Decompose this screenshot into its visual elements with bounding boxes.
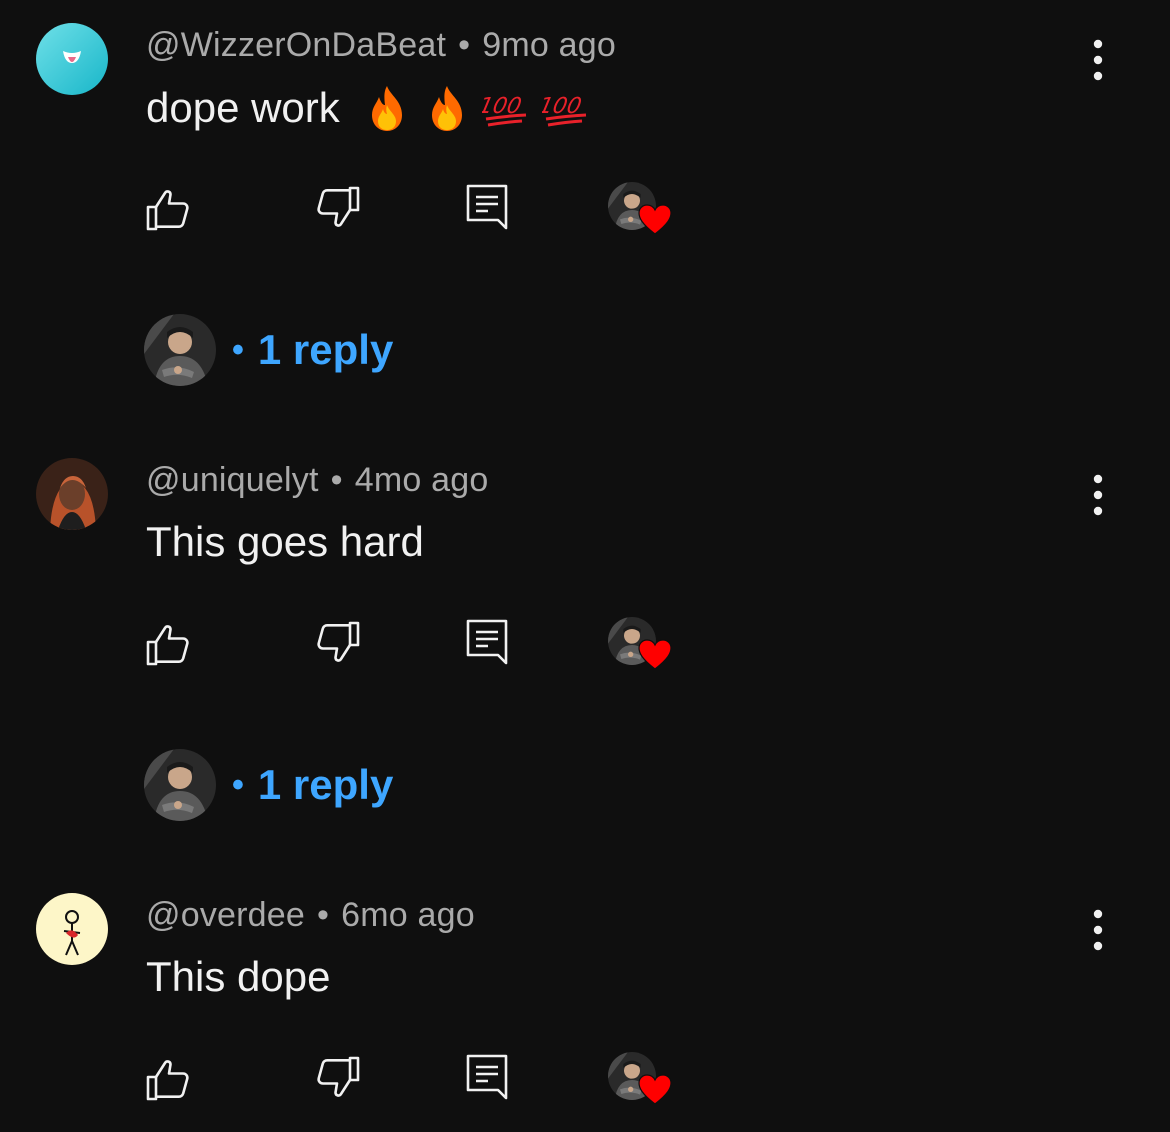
fire-emoji-icon [362,83,412,133]
avatar[interactable] [36,458,108,530]
thumb-up-icon[interactable] [144,620,194,670]
hundred-points-emoji-icon: 100 [542,83,592,133]
meta-separator: • [316,896,330,934]
heart-icon [638,639,672,671]
fire-emoji-icon [422,83,472,133]
creator-heart-badge [608,182,672,238]
comment-meta: @WizzerOnDaBeat • 9mo ago [146,26,616,65]
creator-heart-badge [608,1052,672,1108]
comment-author[interactable]: @uniquelyt [146,461,319,499]
comment-text: This dope [146,953,330,1001]
replier-avatar [144,314,216,386]
comment-meta: @uniquelyt • 4mo ago [146,461,488,500]
more-options-icon[interactable] [1084,908,1112,952]
comment-actions [0,1050,800,1110]
heart-icon [638,1074,672,1106]
comment-icon[interactable] [462,617,512,667]
meta-separator: • [330,461,343,499]
more-options-icon[interactable] [1084,473,1112,517]
comment-author[interactable]: @WizzerOnDaBeat [146,26,446,64]
comment-actions [0,180,800,240]
replies-separator: • [232,330,244,369]
comment-text: dope work 100 100 [146,83,592,133]
thumb-down-icon[interactable] [312,1052,362,1102]
creator-heart-badge [608,617,672,673]
comment-body: This dope [146,953,331,1000]
more-options-icon[interactable] [1084,38,1112,82]
avatar[interactable] [36,893,108,965]
thumb-down-icon[interactable] [312,617,362,667]
comment-author[interactable]: @overdee [146,896,305,934]
replies-count[interactable]: 1 reply [258,326,393,374]
comment-meta: @overdee • 6mo ago [146,896,475,935]
meta-separator: • [458,26,471,64]
comment-icon[interactable] [462,182,512,232]
comment-time[interactable]: 6mo ago [341,896,475,934]
comment-text: This goes hard [146,518,424,566]
view-replies-button[interactable]: • 1 reply [144,314,393,386]
comment-actions [0,615,800,675]
replies-separator: • [232,765,244,804]
thumb-up-icon[interactable] [144,185,194,235]
comment-icon[interactable] [462,1052,512,1102]
replies-count[interactable]: 1 reply [258,761,393,809]
comment-body: This goes hard [146,518,424,565]
avatar[interactable] [36,23,108,95]
replier-avatar [144,749,216,821]
thumb-up-icon[interactable] [144,1055,194,1105]
comment-body: dope work [146,84,340,131]
view-replies-button[interactable]: • 1 reply [144,749,393,821]
comment-time[interactable]: 4mo ago [355,461,489,499]
comments-list: @WizzerOnDaBeat • 9mo ago dope work 100 [0,0,1170,1132]
heart-icon [638,204,672,236]
comment-time[interactable]: 9mo ago [482,26,616,64]
thumb-down-icon[interactable] [312,182,362,232]
hundred-points-emoji-icon: 100 [482,83,532,133]
